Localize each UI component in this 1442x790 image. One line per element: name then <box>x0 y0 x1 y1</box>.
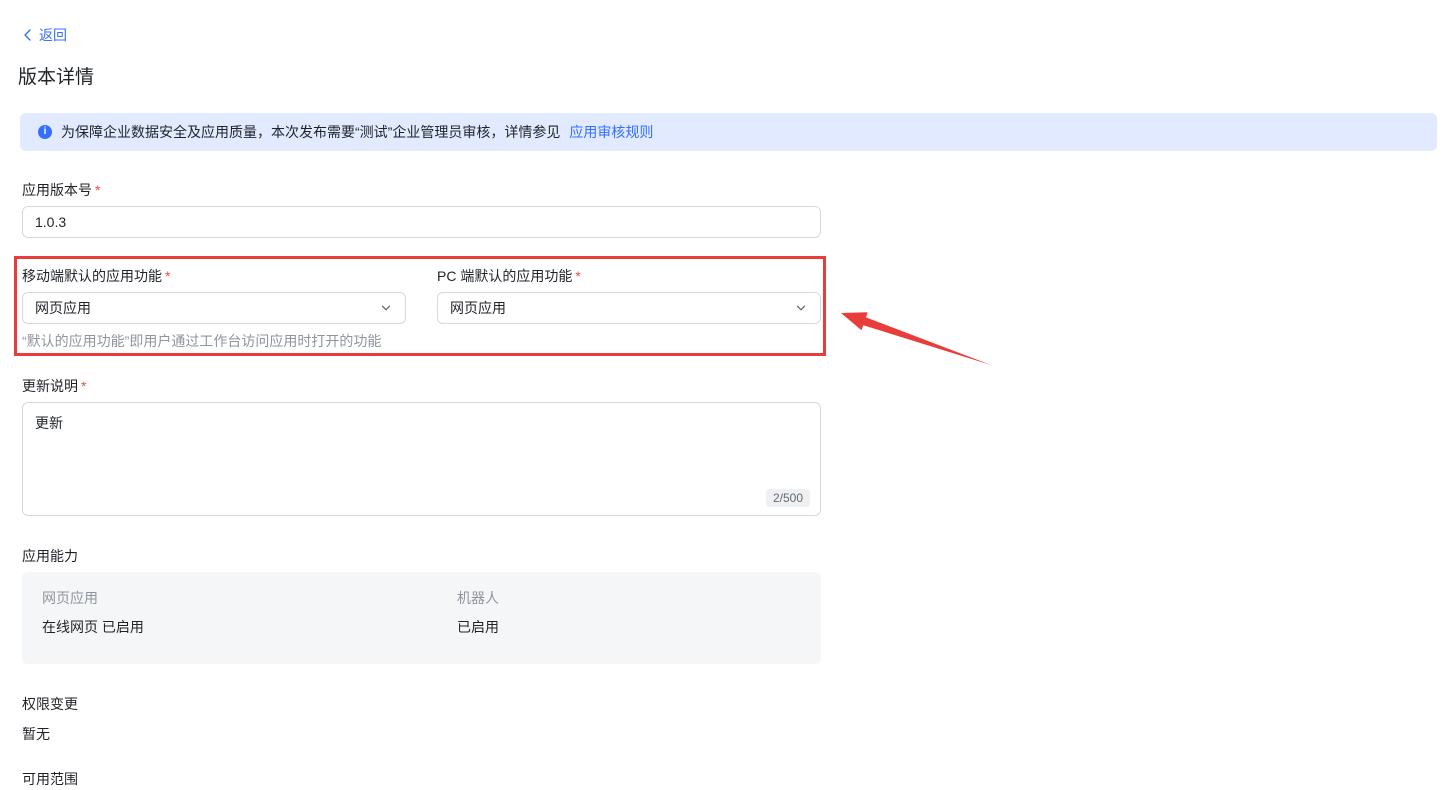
capability-item: 机器人 已启用 <box>457 588 821 637</box>
char-counter: 2/500 <box>766 489 810 507</box>
chevron-down-icon <box>794 301 808 315</box>
availability-label: 可用范围 <box>22 769 78 789</box>
red-annotation-arrow <box>830 300 1005 375</box>
page-title: 版本详情 <box>18 62 94 89</box>
mobile-default-value: 网页应用 <box>35 298 91 318</box>
version-input[interactable] <box>22 206 821 238</box>
update-notes-label: 更新说明* <box>22 376 86 396</box>
required-mark: * <box>81 378 86 394</box>
chevron-down-icon <box>379 301 393 315</box>
back-label: 返回 <box>39 25 67 45</box>
update-notes-textarea[interactable]: 更新 <box>23 403 820 515</box>
capability-name: 网页应用 <box>42 588 457 608</box>
required-mark: * <box>575 268 580 284</box>
update-notes-box: 更新 2/500 <box>22 402 821 516</box>
capabilities-title: 应用能力 <box>22 546 78 566</box>
capability-status: 在线网页 已启用 <box>42 617 457 637</box>
back-link[interactable]: 返回 <box>22 25 67 45</box>
permission-change-label: 权限变更 <box>22 694 78 714</box>
info-circle-icon: i <box>38 125 52 139</box>
required-mark: * <box>165 268 170 284</box>
info-banner: i 为保障企业数据安全及应用质量，本次发布需要“测试”企业管理员审核，详情参见 … <box>20 113 1437 151</box>
review-rules-link[interactable]: 应用审核规则 <box>569 122 653 142</box>
mobile-default-select[interactable]: 网页应用 <box>22 292 406 324</box>
pc-default-select[interactable]: 网页应用 <box>437 292 821 324</box>
capability-name: 机器人 <box>457 588 821 608</box>
version-label: 应用版本号* <box>22 180 100 200</box>
capabilities-box: 网页应用 在线网页 已启用 机器人 已启用 <box>22 572 821 664</box>
default-capability-hint: “默认的应用功能”即用户通过工作台访问应用时打开的功能 <box>22 331 381 351</box>
pc-default-value: 网页应用 <box>450 298 506 318</box>
capability-status: 已启用 <box>457 617 821 637</box>
banner-text: 为保障企业数据安全及应用质量，本次发布需要“测试”企业管理员审核，详情参见 <box>61 122 560 142</box>
mobile-default-label: 移动端默认的应用功能* <box>22 266 170 286</box>
permission-change-value: 暂无 <box>22 724 50 744</box>
capability-item: 网页应用 在线网页 已启用 <box>42 588 457 637</box>
chevron-left-icon <box>22 29 33 41</box>
pc-default-label: PC 端默认的应用功能* <box>437 266 581 286</box>
required-mark: * <box>95 182 100 198</box>
